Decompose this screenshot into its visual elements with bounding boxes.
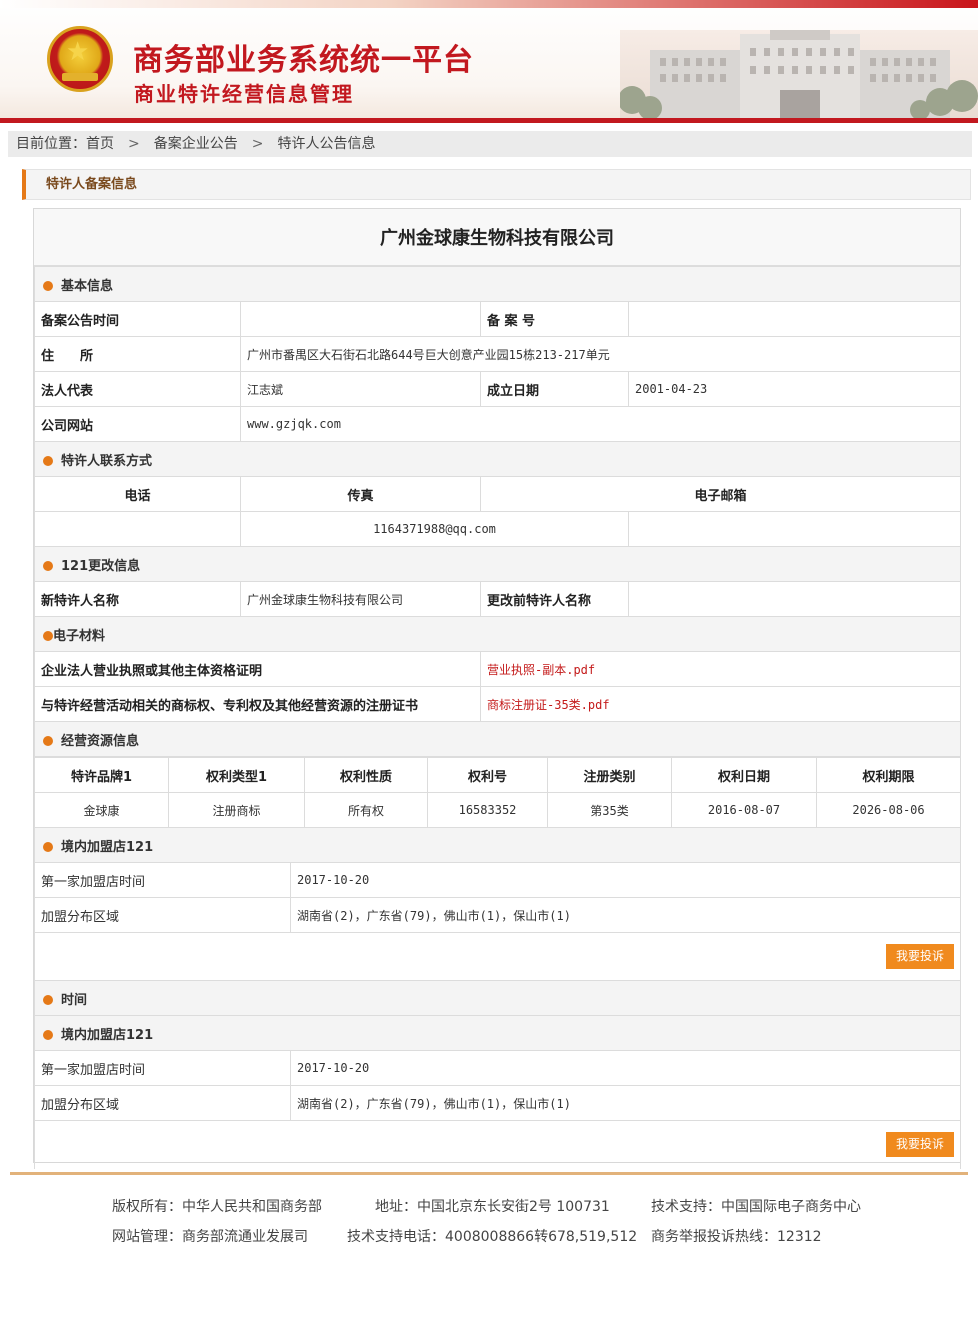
bullet-icon	[43, 630, 53, 641]
column-header: 权利性质	[304, 757, 428, 793]
stores-heading: 境内加盟店121	[33, 1015, 962, 1051]
bullet-icon	[43, 994, 53, 1005]
breadcrumb-home-link[interactable]: 首页	[86, 136, 114, 152]
breadcrumb-separator: >	[251, 136, 264, 152]
legal-rep-value: 江志斌	[240, 371, 481, 407]
footer-site-admin: 网站管理：商务部流通业发展司	[112, 1229, 308, 1245]
section-title: 特许人备案信息	[22, 169, 971, 200]
table-row: 金球康 注册商标 所有权 16583352 第35类 2016-08-07 20…	[34, 792, 961, 828]
header-bottom-stripe	[0, 118, 978, 123]
first-store-label: 第一家加盟店时间	[34, 862, 291, 898]
footer-tech-support: 技术支持：中国国际电子商务中心	[651, 1199, 861, 1215]
bullet-icon	[43, 560, 53, 571]
first-store-value: 2017-10-20	[289, 862, 962, 898]
address-label: 住 所	[34, 336, 241, 372]
platform-subtitle: 商业特许经营信息管理	[134, 82, 354, 106]
national-emblem-icon: ★	[47, 26, 113, 92]
stores-table-1: 境内加盟店121 第一家加盟店时间 2017-10-20 加盟分布区域 湖南省(…	[33, 827, 962, 1169]
record-number-value	[627, 301, 962, 337]
record-time-value	[240, 301, 481, 337]
change-info-heading: 121更改信息	[33, 546, 962, 582]
franchisor-detail-panel: 广州金球康生物科技有限公司 基本信息 备案公告时间 备 案 号 住 所 广州市番…	[33, 208, 962, 1169]
email-value: 1164371988@qq.com	[240, 511, 629, 547]
website-value: www.gzjqk.com	[239, 406, 962, 442]
material-label: 与特许经营活动相关的商标权、专利权及其他经营资源的注册证书	[34, 686, 481, 722]
stores-heading: 境内加盟店121	[33, 827, 962, 863]
distribution-value: 湖南省(2)，广东省(79)，佛山市(1)，保山市(1)	[289, 897, 962, 933]
materials-heading: 电子材料	[33, 616, 962, 652]
basic-info-heading: 基本信息	[33, 266, 962, 302]
ministry-building-illustration	[620, 30, 978, 118]
column-header: 权利号	[427, 757, 548, 793]
header-top-stripe	[0, 0, 978, 8]
column-header: 注册类别	[547, 757, 672, 793]
register-class-cell: 第35类	[547, 792, 672, 828]
column-header: 特许品牌1	[34, 757, 169, 793]
distribution-value: 湖南省(2)，广东省(79)，佛山市(1)，保山市(1)	[289, 1085, 962, 1121]
platform-title: 商务部业务系统统一平台	[133, 43, 474, 78]
footer-tech-phone: 技术支持电话：4008008866转678,519,512	[347, 1229, 638, 1245]
time-heading: 时间	[33, 980, 962, 1016]
right-type-cell: 注册商标	[168, 792, 305, 828]
website-label: 公司网站	[34, 406, 241, 442]
record-number-label: 备 案 号	[480, 301, 629, 337]
business-license-file-link[interactable]: 营业执照-副本.pdf	[487, 663, 595, 677]
bullet-icon	[43, 455, 53, 466]
page-header: ★ 商务部业务系统统一平台 商业特许经营信息管理	[0, 0, 978, 123]
record-time-label: 备案公告时间	[34, 301, 241, 337]
founded-date-label: 成立日期	[480, 371, 629, 407]
legal-rep-label: 法人代表	[34, 371, 241, 407]
breadcrumb-prefix: 目前位置：	[16, 136, 86, 152]
first-store-value: 2017-10-20	[289, 1050, 962, 1086]
right-nature-cell: 所有权	[304, 792, 428, 828]
complaint-button[interactable]: 我要投诉	[886, 944, 955, 969]
bullet-icon	[43, 1029, 53, 1040]
breadcrumb-current: 特许人公告信息	[277, 136, 376, 152]
company-name: 广州金球康生物科技有限公司	[34, 209, 960, 266]
right-number-cell: 16583352	[427, 792, 548, 828]
column-header: 权利类型1	[168, 757, 305, 793]
column-header: 权利日期	[671, 757, 817, 793]
phone-value	[34, 511, 241, 547]
founded-date-value: 2001-04-23	[627, 371, 962, 407]
fax-label: 传真	[240, 476, 481, 512]
email-label: 电子邮箱	[479, 476, 962, 512]
distribution-label: 加盟分布区域	[34, 897, 291, 933]
bullet-icon	[43, 735, 53, 746]
contact-extra-value	[627, 511, 962, 547]
address-value: 广州市番禺区大石街石北路644号巨大创意产业园15栋213-217单元	[239, 336, 962, 372]
breadcrumb-announcements-link[interactable]: 备案企业公告	[154, 136, 238, 152]
bullet-icon	[43, 841, 53, 852]
old-name-label: 更改前特许人名称	[480, 581, 629, 617]
resources-heading: 经营资源信息	[33, 721, 962, 757]
new-name-value: 广州金球康生物科技有限公司	[240, 581, 481, 617]
right-date-cell: 2016-08-07	[671, 792, 817, 828]
footer-hotline: 商务举报投诉热线：12312	[651, 1229, 822, 1245]
brand-cell: 金球康	[34, 792, 169, 828]
right-expiry-cell: 2026-08-06	[816, 792, 961, 828]
resources-table: 特许品牌1 权利类型1 权利性质 权利号 注册类别 权利日期 权利期限 金球康 …	[34, 757, 961, 828]
footer-copyright: 版权所有：中华人民共和国商务部	[112, 1199, 322, 1215]
bullet-icon	[43, 280, 53, 291]
contact-heading: 特许人联系方式	[33, 441, 962, 477]
breadcrumb-separator: >	[128, 136, 140, 152]
info-table: 基本信息 备案公告时间 备 案 号 住 所 广州市番禺区大石街石北路644号巨大…	[33, 266, 962, 757]
column-header: 权利期限	[816, 757, 961, 793]
old-name-value	[627, 581, 962, 617]
complaint-button[interactable]: 我要投诉	[886, 1132, 955, 1158]
footer-divider	[10, 1172, 968, 1175]
new-name-label: 新特许人名称	[34, 581, 241, 617]
first-store-label: 第一家加盟店时间	[34, 1050, 291, 1086]
distribution-label: 加盟分布区域	[34, 1085, 291, 1121]
breadcrumb: 目前位置：首页 > 备案企业公告 > 特许人公告信息	[8, 131, 972, 157]
trademark-certificate-file-link[interactable]: 商标注册证-35类.pdf	[487, 698, 610, 712]
phone-label: 电话	[34, 476, 241, 512]
material-label: 企业法人营业执照或其他主体资格证明	[34, 651, 481, 687]
footer-address: 地址：中国北京东长安街2号 100731	[375, 1199, 610, 1215]
